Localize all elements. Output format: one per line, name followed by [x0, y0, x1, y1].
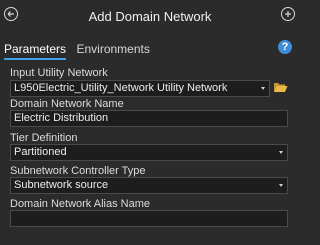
input-utility-network-value: L950Electric_Utility_Network Utility Net… [14, 82, 228, 94]
subnetwork-controller-type-label: Subnetwork Controller Type [10, 165, 146, 177]
tab-bar: Parameters Environments [4, 40, 156, 60]
domain-network-name-value: Electric Distribution [14, 112, 109, 124]
tool-header: Add Domain Network [0, 0, 300, 34]
subnetwork-controller-type-dropdown[interactable]: Subnetwork source [10, 177, 288, 194]
tier-definition-dropdown[interactable]: Partitioned [10, 144, 288, 161]
page-title: Add Domain Network [88, 9, 212, 24]
folder-open-icon[interactable] [273, 81, 288, 93]
tab-environments[interactable]: Environments [76, 42, 149, 59]
help-icon[interactable]: ? [278, 40, 292, 54]
domain-network-name-input[interactable]: Electric Distribution [10, 110, 288, 127]
domain-network-name-label: Domain Network Name [10, 98, 124, 110]
tab-parameters[interactable]: Parameters [4, 42, 67, 60]
chevron-down-icon [279, 151, 283, 154]
input-utility-network-dropdown[interactable]: L950Electric_Utility_Network Utility Net… [10, 80, 270, 97]
domain-network-alias-name-input[interactable] [10, 210, 288, 227]
chevron-down-icon [261, 87, 265, 90]
tier-definition-label: Tier Definition [10, 132, 78, 144]
add-button[interactable] [281, 7, 295, 21]
tier-definition-value: Partitioned [14, 146, 67, 158]
chevron-down-icon [279, 184, 283, 187]
domain-network-alias-name-label: Domain Network Alias Name [10, 198, 150, 210]
input-utility-network-label: Input Utility Network [10, 67, 108, 79]
plus-icon [285, 11, 291, 17]
subnetwork-controller-type-value: Subnetwork source [14, 179, 109, 191]
